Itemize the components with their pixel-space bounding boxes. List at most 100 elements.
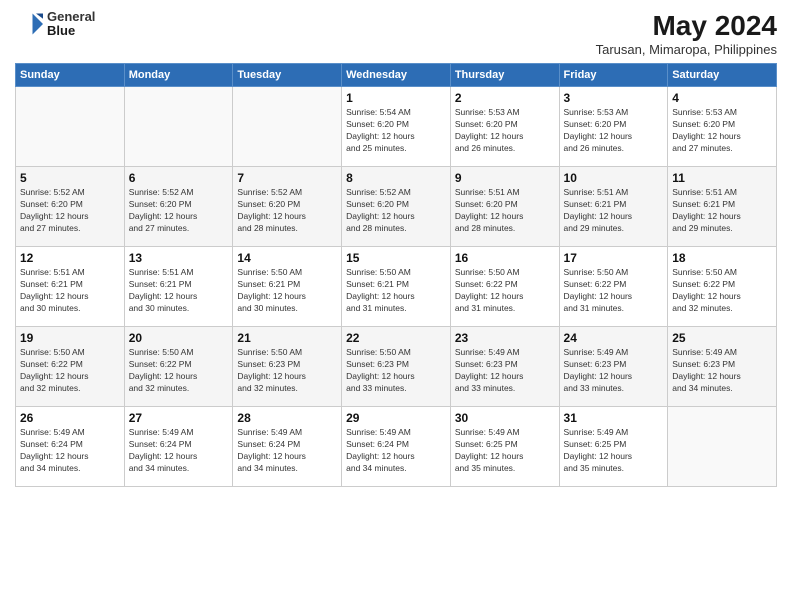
day-info: Sunrise: 5:51 AM Sunset: 6:21 PM Dayligh… bbox=[129, 267, 229, 315]
day-cell: 17Sunrise: 5:50 AM Sunset: 6:22 PM Dayli… bbox=[559, 247, 668, 327]
day-cell bbox=[668, 407, 777, 487]
day-cell: 16 Sunrise: 5:50 AM Sunset: 6:22 PM Dayli… bbox=[450, 247, 559, 327]
calendar-table: SundayMondayTuesdayWednesdayThursdayFrid… bbox=[15, 63, 777, 487]
day-info: Sunrise: 5:52 AM Sunset: 6:20 PM Dayligh… bbox=[237, 187, 337, 235]
week-row-4: 19 Sunrise: 5:50 AM Sunset: 6:22 PM Dayli… bbox=[16, 327, 777, 407]
week-row-1: 1 Sunrise: 5:54 AM Sunset: 6:20 PM Daylig… bbox=[16, 87, 777, 167]
day-info: Sunrise: 5:49 AM Sunset: 6:24 PM Dayligh… bbox=[20, 427, 120, 475]
day-info: Sunrise: 5:50 AM Sunset: 6:22 PM Dayligh… bbox=[564, 267, 664, 315]
day-cell: 3Sunrise: 5:53 AM Sunset: 6:20 PM Daylig… bbox=[559, 87, 668, 167]
day-cell: 29Sunrise: 5:49 AM Sunset: 6:24 PM Dayli… bbox=[342, 407, 451, 487]
logo: General Blue bbox=[15, 10, 95, 39]
day-cell: 25 Sunrise: 5:49 AM Sunset: 6:23 PM Dayli… bbox=[668, 327, 777, 407]
day-number: 1 bbox=[346, 91, 446, 105]
day-number: 30 bbox=[455, 411, 555, 425]
day-number: 4 bbox=[672, 91, 772, 105]
day-info: Sunrise: 5:49 AM Sunset: 6:23 PM Dayligh… bbox=[672, 347, 772, 395]
day-cell: 31 Sunrise: 5:49 AM Sunset: 6:25 PM Dayli… bbox=[559, 407, 668, 487]
day-info: Sunrise: 5:53 AM Sunset: 6:20 PM Dayligh… bbox=[455, 107, 555, 155]
main-title: May 2024 bbox=[596, 10, 777, 42]
page: General Blue May 2024 Tarusan, Mimaropa,… bbox=[0, 0, 792, 612]
header-cell-monday: Monday bbox=[124, 64, 233, 87]
day-number: 6 bbox=[129, 171, 229, 185]
day-info: Sunrise: 5:50 AM Sunset: 6:21 PM Dayligh… bbox=[237, 267, 337, 315]
day-number: 12 bbox=[20, 251, 120, 265]
day-cell: 15 Sunrise: 5:50 AM Sunset: 6:21 PM Dayli… bbox=[342, 247, 451, 327]
day-info: Sunrise: 5:49 AM Sunset: 6:25 PM Dayligh… bbox=[455, 427, 555, 475]
day-cell: 12 Sunrise: 5:51 AM Sunset: 6:21 PM Dayli… bbox=[16, 247, 125, 327]
day-info: Sunrise: 5:49 AM Sunset: 6:24 PM Dayligh… bbox=[129, 427, 229, 475]
day-info: Sunrise: 5:51 AM Sunset: 6:21 PM Dayligh… bbox=[20, 267, 120, 315]
day-cell: 26 Sunrise: 5:49 AM Sunset: 6:24 PM Dayli… bbox=[16, 407, 125, 487]
day-info: Sunrise: 5:50 AM Sunset: 6:23 PM Dayligh… bbox=[346, 347, 446, 395]
day-cell: 18Sunrise: 5:50 AM Sunset: 6:22 PM Dayli… bbox=[668, 247, 777, 327]
day-cell: 9 Sunrise: 5:51 AM Sunset: 6:20 PM Daylig… bbox=[450, 167, 559, 247]
day-info: Sunrise: 5:50 AM Sunset: 6:22 PM Dayligh… bbox=[20, 347, 120, 395]
header-cell-friday: Friday bbox=[559, 64, 668, 87]
day-cell: 23Sunrise: 5:49 AM Sunset: 6:23 PM Dayli… bbox=[450, 327, 559, 407]
day-info: Sunrise: 5:49 AM Sunset: 6:25 PM Dayligh… bbox=[564, 427, 664, 475]
day-info: Sunrise: 5:50 AM Sunset: 6:22 PM Dayligh… bbox=[129, 347, 229, 395]
day-cell: 6 Sunrise: 5:52 AM Sunset: 6:20 PM Daylig… bbox=[124, 167, 233, 247]
title-block: May 2024 Tarusan, Mimaropa, Philippines bbox=[596, 10, 777, 57]
day-number: 25 bbox=[672, 331, 772, 345]
logo-icon bbox=[15, 10, 43, 38]
day-cell bbox=[16, 87, 125, 167]
day-cell: 27 Sunrise: 5:49 AM Sunset: 6:24 PM Dayli… bbox=[124, 407, 233, 487]
day-cell: 22Sunrise: 5:50 AM Sunset: 6:23 PM Dayli… bbox=[342, 327, 451, 407]
day-cell: 14 Sunrise: 5:50 AM Sunset: 6:21 PM Dayli… bbox=[233, 247, 342, 327]
header-cell-thursday: Thursday bbox=[450, 64, 559, 87]
day-cell: 28Sunrise: 5:49 AM Sunset: 6:24 PM Dayli… bbox=[233, 407, 342, 487]
day-info: Sunrise: 5:49 AM Sunset: 6:24 PM Dayligh… bbox=[237, 427, 337, 475]
day-cell: 4 Sunrise: 5:53 AM Sunset: 6:20 PM Daylig… bbox=[668, 87, 777, 167]
day-info: Sunrise: 5:51 AM Sunset: 6:21 PM Dayligh… bbox=[564, 187, 664, 235]
day-info: Sunrise: 5:50 AM Sunset: 6:21 PM Dayligh… bbox=[346, 267, 446, 315]
day-cell: 19 Sunrise: 5:50 AM Sunset: 6:22 PM Dayli… bbox=[16, 327, 125, 407]
day-info: Sunrise: 5:52 AM Sunset: 6:20 PM Dayligh… bbox=[346, 187, 446, 235]
header: General Blue May 2024 Tarusan, Mimaropa,… bbox=[15, 10, 777, 57]
day-cell: 20 Sunrise: 5:50 AM Sunset: 6:22 PM Dayli… bbox=[124, 327, 233, 407]
day-number: 10 bbox=[564, 171, 664, 185]
day-cell: 11Sunrise: 5:51 AM Sunset: 6:21 PM Dayli… bbox=[668, 167, 777, 247]
day-cell: 2 Sunrise: 5:53 AM Sunset: 6:20 PM Daylig… bbox=[450, 87, 559, 167]
day-number: 5 bbox=[20, 171, 120, 185]
logo-text: General Blue bbox=[47, 10, 95, 39]
header-cell-tuesday: Tuesday bbox=[233, 64, 342, 87]
day-number: 15 bbox=[346, 251, 446, 265]
day-cell: 30 Sunrise: 5:49 AM Sunset: 6:25 PM Dayli… bbox=[450, 407, 559, 487]
day-number: 9 bbox=[455, 171, 555, 185]
day-cell: 21Sunrise: 5:50 AM Sunset: 6:23 PM Dayli… bbox=[233, 327, 342, 407]
day-info: Sunrise: 5:52 AM Sunset: 6:20 PM Dayligh… bbox=[20, 187, 120, 235]
day-info: Sunrise: 5:49 AM Sunset: 6:24 PM Dayligh… bbox=[346, 427, 446, 475]
day-number: 20 bbox=[129, 331, 229, 345]
day-info: Sunrise: 5:53 AM Sunset: 6:20 PM Dayligh… bbox=[672, 107, 772, 155]
day-number: 8 bbox=[346, 171, 446, 185]
week-row-2: 5 Sunrise: 5:52 AM Sunset: 6:20 PM Daylig… bbox=[16, 167, 777, 247]
day-info: Sunrise: 5:53 AM Sunset: 6:20 PM Dayligh… bbox=[564, 107, 664, 155]
day-number: 27 bbox=[129, 411, 229, 425]
day-number: 19 bbox=[20, 331, 120, 345]
day-info: Sunrise: 5:51 AM Sunset: 6:21 PM Dayligh… bbox=[672, 187, 772, 235]
day-number: 2 bbox=[455, 91, 555, 105]
day-info: Sunrise: 5:49 AM Sunset: 6:23 PM Dayligh… bbox=[564, 347, 664, 395]
header-cell-saturday: Saturday bbox=[668, 64, 777, 87]
header-cell-sunday: Sunday bbox=[16, 64, 125, 87]
day-info: Sunrise: 5:51 AM Sunset: 6:20 PM Dayligh… bbox=[455, 187, 555, 235]
day-number: 14 bbox=[237, 251, 337, 265]
day-cell: 8 Sunrise: 5:52 AM Sunset: 6:20 PM Daylig… bbox=[342, 167, 451, 247]
day-number: 18 bbox=[672, 251, 772, 265]
day-info: Sunrise: 5:50 AM Sunset: 6:22 PM Dayligh… bbox=[455, 267, 555, 315]
day-number: 31 bbox=[564, 411, 664, 425]
day-number: 24 bbox=[564, 331, 664, 345]
subtitle: Tarusan, Mimaropa, Philippines bbox=[596, 42, 777, 57]
week-row-3: 12 Sunrise: 5:51 AM Sunset: 6:21 PM Dayli… bbox=[16, 247, 777, 327]
day-number: 13 bbox=[129, 251, 229, 265]
day-cell: 7Sunrise: 5:52 AM Sunset: 6:20 PM Daylig… bbox=[233, 167, 342, 247]
day-info: Sunrise: 5:50 AM Sunset: 6:23 PM Dayligh… bbox=[237, 347, 337, 395]
day-number: 26 bbox=[20, 411, 120, 425]
day-info: Sunrise: 5:54 AM Sunset: 6:20 PM Dayligh… bbox=[346, 107, 446, 155]
day-number: 16 bbox=[455, 251, 555, 265]
day-info: Sunrise: 5:49 AM Sunset: 6:23 PM Dayligh… bbox=[455, 347, 555, 395]
day-cell bbox=[124, 87, 233, 167]
day-info: Sunrise: 5:52 AM Sunset: 6:20 PM Dayligh… bbox=[129, 187, 229, 235]
